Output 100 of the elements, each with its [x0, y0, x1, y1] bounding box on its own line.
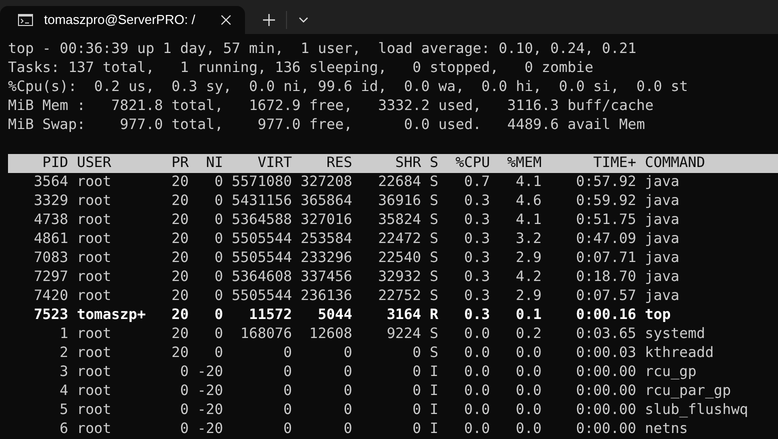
table-cell: I — [430, 402, 438, 418]
table-cell: 20 — [172, 288, 189, 304]
table-cell: java — [644, 193, 680, 209]
table-cell: 0.0 — [516, 383, 542, 399]
table-cell: 0 — [344, 383, 352, 399]
table-cell: S — [430, 193, 438, 209]
summary-line: Tasks: 137 total, 1 running, 136 sleeping, 0 stopped, 0 zombie — [8, 60, 594, 76]
summary-line: %Cpu(s): 0.2 us, 0.3 sy, 0.0 ni, 99.6 id, 0.0 wa, 0.0 hi, 0.0 si, 0.0 st — [8, 79, 688, 95]
table-cell: 4.6 — [516, 193, 542, 209]
table-cell: java — [644, 212, 680, 228]
table-cell: 233296 — [300, 250, 352, 266]
table-cell: 20 — [172, 269, 189, 285]
table-cell: S — [430, 174, 438, 190]
table-cell: 0 — [283, 364, 292, 380]
table-cell: 0 — [283, 345, 292, 361]
table-cell: S — [430, 231, 438, 247]
table-cell: 0 — [214, 269, 224, 285]
table-cell: 168076 — [240, 326, 292, 342]
table-cell: netns — [644, 421, 688, 437]
table-cell: 0.0 — [516, 421, 542, 437]
table-cell: I — [430, 364, 438, 380]
column-header: NI — [206, 155, 224, 171]
table-cell: 3.2 — [516, 231, 542, 247]
table-cell: 4.1 — [516, 212, 542, 228]
table-cell: systemd — [644, 326, 706, 342]
table-cell: 0.3 — [464, 231, 490, 247]
table-cell: rcu_par_gp — [644, 383, 731, 399]
table-cell: 337456 — [300, 269, 352, 285]
table-cell: 32932 — [378, 269, 422, 285]
summary-line: MiB Swap: 977.0 total, 977.0 free, 0.0 used. 4489.6 avail Mem — [8, 117, 645, 133]
table-cell: 20 — [172, 174, 189, 190]
table-cell: 20 — [172, 345, 189, 361]
table-cell: 6 — [60, 421, 68, 437]
table-cell: 4738 — [34, 212, 68, 228]
column-header: SHR — [395, 155, 422, 171]
table-cell: 0 — [180, 402, 189, 418]
table-cell: 11572 — [248, 307, 292, 323]
table-cell: 20 — [172, 231, 189, 247]
table-cell: 20 — [172, 193, 189, 209]
table-cell: root — [76, 193, 112, 209]
table-cell: 5364608 — [232, 269, 292, 285]
table-cell: 0 — [344, 402, 352, 418]
table-cell: 3564 — [34, 174, 68, 190]
table-cell: 0.1 — [516, 307, 542, 323]
terminal-tab[interactable]: tomaszpro@ServerPRO: / — [0, 6, 245, 34]
plus-icon[interactable] — [263, 14, 275, 26]
table-cell: 365864 — [300, 193, 352, 209]
table-cell: 5505544 — [232, 250, 292, 266]
table-cell: java — [644, 174, 680, 190]
table-cell: 0.3 — [464, 307, 490, 323]
table-cell: 2.9 — [516, 288, 542, 304]
table-cell: S — [430, 212, 438, 228]
table-cell: java — [644, 269, 680, 285]
table-cell: 7297 — [34, 269, 68, 285]
table-cell: 5505544 — [232, 288, 292, 304]
table-cell: tomaszp+ — [76, 307, 146, 323]
summary-line: MiB Mem : 7821.8 total, 1672.9 free, 3332.2 used, 3116.3 buff/cache — [8, 98, 654, 114]
table-cell: 0 — [214, 288, 224, 304]
table-cell: 0.0 — [464, 364, 490, 380]
table-cell: 0 — [283, 421, 292, 437]
table-cell: 327208 — [300, 174, 352, 190]
table-cell: 3329 — [34, 193, 68, 209]
table-cell: 0 — [214, 174, 224, 190]
table-cell: 0:00.00 — [576, 364, 636, 380]
table-cell: 0 — [180, 421, 189, 437]
table-cell: 0:03.65 — [576, 326, 636, 342]
table-cell: 0.0 — [464, 421, 490, 437]
table-cell: 5 — [60, 402, 68, 418]
column-header: TIME+ — [593, 155, 636, 171]
table-cell: java — [644, 288, 680, 304]
chevron-down-icon[interactable] — [299, 17, 308, 23]
column-header: RES — [326, 155, 352, 171]
table-cell: 0 — [344, 364, 352, 380]
table-cell: 9224 — [386, 326, 422, 342]
table-cell: 0.0 — [464, 402, 490, 418]
column-header: %MEM — [507, 155, 542, 171]
column-header: PID — [42, 155, 68, 171]
close-icon[interactable] — [221, 15, 231, 25]
table-cell: 7083 — [34, 250, 68, 266]
table-cell: 0 — [214, 231, 224, 247]
table-cell: 0.2 — [516, 326, 542, 342]
column-header: PR — [172, 155, 189, 171]
table-cell: 0 — [214, 250, 224, 266]
table-cell: rcu_gp — [644, 364, 697, 380]
table-cell: 0.0 — [464, 383, 490, 399]
summary-line: top - 00:36:39 up 1 day, 57 min, 1 user, load average: 0.10, 0.24, 0.21 — [8, 41, 636, 57]
table-cell: I — [430, 421, 438, 437]
table-cell: 2 — [60, 345, 68, 361]
table-cell: 20 — [172, 212, 189, 228]
column-header: %CPU — [456, 155, 490, 171]
table-cell: 0:07.57 — [576, 288, 636, 304]
table-cell: 0 — [214, 307, 224, 323]
table-cell: 3164 — [386, 307, 422, 323]
table-cell: 0.7 — [464, 174, 490, 190]
table-cell: root — [76, 269, 112, 285]
table-cell: 22540 — [378, 250, 422, 266]
table-cell: S — [430, 269, 438, 285]
table-cell: 0:00.00 — [576, 421, 636, 437]
table-cell: 22684 — [378, 174, 422, 190]
table-cell: 0:00.00 — [576, 402, 636, 418]
